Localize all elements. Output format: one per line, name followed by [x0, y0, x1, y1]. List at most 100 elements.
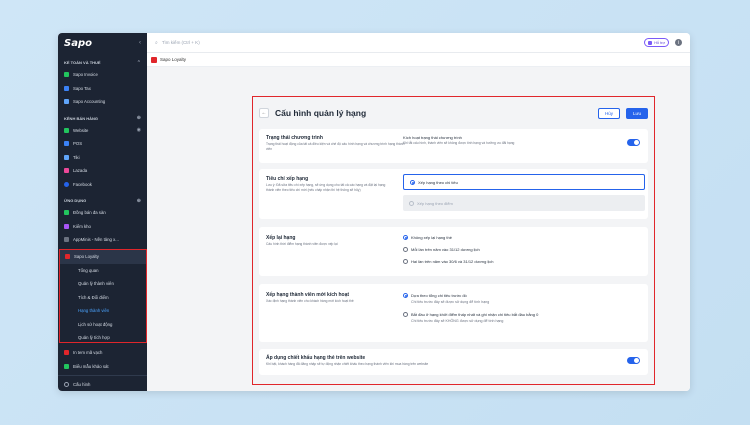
page-header: ← Cấu hình quản lý hạng Hủy Lưu	[259, 103, 648, 123]
app-title-bar: Sapo Loyalty	[147, 53, 690, 67]
rerank-option-biannual[interactable]: Hai lần trên năm vào 30/6 và 31/12 dương…	[403, 259, 493, 264]
sidebar-item-tiki[interactable]: Tiki	[58, 151, 147, 165]
rerank-title: Xếp lại hạng	[266, 235, 296, 241]
new-member-option-lowest[interactable]: Bắt đầu ở hạng khởi điểm thấp nhất và gh…	[403, 312, 538, 317]
rerank-desc: Cấu hình thời điểm hạng thành viên được …	[266, 242, 338, 246]
criteria-radio-points	[409, 200, 414, 206]
sidebar-subitem-members[interactable]: Quản lý thành viên	[60, 277, 146, 291]
rerank-option-yearly[interactable]: Mỗi lần trên năm vào 31/12 dương lịch	[403, 247, 480, 252]
status-desc: Trạng thái hoạt động của tất cả điều kiệ…	[266, 142, 405, 151]
multichannel-icon	[64, 210, 69, 216]
discount-desc: Khi bật, khách hàng đã đăng nhập sẽ tự đ…	[266, 362, 429, 366]
discount-toggle[interactable]	[627, 357, 640, 364]
loyalty-highlight: Sapo Loyalty Tổng quan Quản lý thành viê…	[59, 249, 147, 343]
sidebar-subitem-member-tiers[interactable]: Hạng thành viên	[60, 304, 146, 318]
search-icon: ⌕	[155, 39, 158, 46]
sidebar-subitem-activity-history[interactable]: Lịch sử hoạt động	[60, 318, 146, 332]
sidebar-item-facebook[interactable]: Facebook	[58, 178, 147, 192]
loyalty-icon	[65, 254, 70, 260]
sidebar-section-accounting: KẾ TOÁN VÀ THUẾ ⌃	[64, 59, 141, 66]
new-member-desc: Xác định hạng thành viên cho khách hàng …	[266, 299, 354, 303]
appminis-icon	[64, 237, 69, 243]
sidebar-item-settings[interactable]: Cấu hình	[58, 378, 147, 391]
add-app-icon[interactable]: ⊕	[137, 198, 141, 204]
config-highlight: ← Cấu hình quản lý hạng Hủy Lưu Trạng th…	[252, 96, 655, 385]
new-member-title: Xếp hạng thành viên mới kích hoạt	[266, 292, 350, 298]
new-member-option-previous[interactable]: Dựa theo tổng chi tiêu trước đó	[403, 293, 467, 298]
cancel-button[interactable]: Hủy	[597, 107, 620, 119]
status-toggle-label: Kích hoạt trạng thái chương trình	[403, 135, 462, 140]
app-title: Sapo Loyalty	[160, 57, 187, 62]
sidebar-section-apps: ỨNG DỤNG ⊕	[64, 197, 141, 204]
status-toggle[interactable]	[627, 139, 640, 146]
sidebar-item-sapo-invoice[interactable]: Sapo Invoice	[58, 68, 147, 82]
sidebar-item-appminis[interactable]: AppMinis - Nền tảng x...	[58, 233, 147, 247]
status-card: Trạng thái chương trình Trạng thái hoạt …	[259, 129, 648, 163]
back-arrow-icon[interactable]: ←	[259, 108, 269, 118]
rerank-radio-yearly[interactable]	[403, 247, 408, 252]
new-member-option-previous-sub: Chi tiêu trước đây sẽ được sử dụng để tí…	[411, 300, 490, 304]
sidebar-subitem-points[interactable]: Tích & Đổi điểm	[60, 291, 146, 305]
criteria-option-points: Xếp hạng theo điểm	[403, 195, 645, 211]
sapo-logo: Sapo	[64, 37, 92, 49]
pos-icon	[64, 141, 69, 147]
criteria-option-spending[interactable]: Xếp hạng theo chi tiêu	[403, 174, 645, 190]
help-icon	[648, 40, 653, 45]
rerank-radio-biannual[interactable]	[403, 259, 408, 264]
sidebar-header: Sapo ‹	[58, 33, 147, 53]
survey-icon	[64, 363, 69, 369]
discount-title: Áp dụng chiết khấu hạng thẻ trên website	[266, 355, 366, 361]
sidebar-item-lazada[interactable]: Lazada	[58, 164, 147, 178]
new-member-card: Xếp hạng thành viên mới kích hoạt Xác đị…	[259, 284, 648, 342]
facebook-icon	[64, 181, 69, 187]
search-input[interactable]: ⌕ Tìm kiếm (Ctrl + K)	[155, 40, 200, 46]
invoice-icon	[64, 72, 69, 78]
criteria-desc: Lưu ý: Đã sửa tiêu chí xếp hạng, sẽ ứng …	[266, 183, 386, 192]
collapse-sidebar-icon[interactable]: ‹	[139, 40, 141, 46]
loyalty-app-icon	[151, 56, 157, 63]
sidebar-section-sales-channels: KÊNH BÁN HÀNG ⊕	[64, 115, 141, 121]
rerank-option-none[interactable]: Không xếp lại hạng thẻ	[403, 235, 452, 240]
add-channel-icon[interactable]: ⊕	[137, 115, 141, 121]
sidebar-item-survey[interactable]: Biểu mẫu khảo sát	[58, 360, 147, 374]
criteria-card: Tiêu chí xếp hạng Lưu ý: Đã sửa tiêu chí…	[259, 169, 648, 219]
accounting-icon	[64, 99, 69, 105]
save-button[interactable]: Lưu	[625, 107, 648, 119]
sidebar-subitem-integrations[interactable]: Quản lý tích hợp	[60, 331, 146, 345]
sidebar-item-pos[interactable]: POS	[58, 137, 147, 151]
gear-icon	[64, 382, 69, 388]
eye-icon[interactable]: ◉	[137, 127, 141, 133]
sidebar-item-website[interactable]: Website ◉	[58, 124, 147, 138]
tax-icon	[64, 85, 69, 91]
sidebar-item-multichannel[interactable]: Đồng bán đa sàn	[58, 206, 147, 220]
rerank-radio-none[interactable]	[403, 235, 408, 240]
help-button[interactable]: Hỗ trợ	[644, 38, 669, 47]
inventory-icon	[64, 223, 69, 229]
sidebar-item-barcode[interactable]: In tem mã vạch	[58, 346, 147, 360]
criteria-radio-spending[interactable]	[410, 179, 415, 185]
main-content: ← Cấu hình quản lý hạng Hủy Lưu Trạng th…	[147, 67, 690, 391]
barcode-icon	[64, 350, 69, 356]
top-bar: ⌕ Tìm kiếm (Ctrl + K) Hỗ trợ i	[147, 33, 690, 53]
status-title: Trạng thái chương trình	[266, 135, 323, 141]
lazada-icon	[64, 168, 69, 174]
chevron-up-icon[interactable]: ⌃	[137, 60, 141, 66]
status-toggle-desc: Khi tắt cấu hình, thành viên sẽ không đư…	[403, 141, 515, 145]
sidebar-item-sapo-accounting[interactable]: Sapo Accounting	[58, 95, 147, 109]
rerank-card: Xếp lại hạng Cấu hình thời điểm hạng thà…	[259, 227, 648, 276]
page-title: Cấu hình quản lý hạng	[275, 108, 367, 118]
info-icon[interactable]: i	[675, 39, 682, 46]
sidebar: Sapo ‹ KẾ TOÁN VÀ THUẾ ⌃ Sapo Invoice Sa…	[58, 33, 147, 391]
criteria-title: Tiêu chí xếp hạng	[266, 176, 309, 182]
sidebar-item-inventory-check[interactable]: Kiểm kho	[58, 220, 147, 234]
discount-card: Áp dụng chiết khấu hạng thẻ trên website…	[259, 349, 648, 375]
sidebar-item-sapo-loyalty[interactable]: Sapo Loyalty	[60, 250, 146, 264]
tiki-icon	[64, 154, 69, 160]
sidebar-subitem-overview[interactable]: Tổng quan	[60, 264, 146, 278]
website-icon	[64, 127, 69, 133]
new-member-option-lowest-sub: Chi tiêu trước đây sẽ KHÔNG được sử dụng…	[411, 319, 504, 323]
sidebar-item-sapo-tax[interactable]: Sapo Tax	[58, 82, 147, 96]
app-window: Sapo ‹ KẾ TOÁN VÀ THUẾ ⌃ Sapo Invoice Sa…	[58, 33, 690, 391]
new-member-radio-lowest[interactable]	[403, 312, 408, 317]
new-member-radio-previous[interactable]	[403, 293, 408, 298]
